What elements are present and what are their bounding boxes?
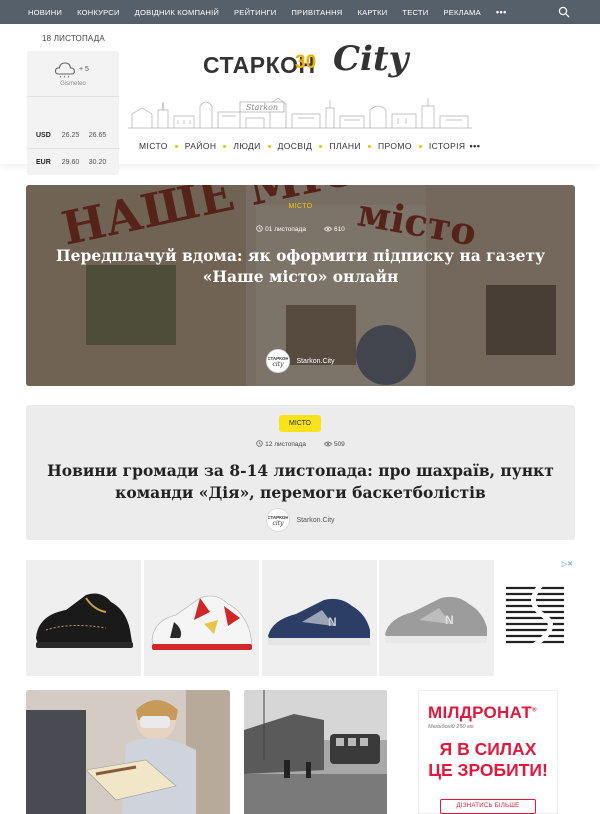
article-card[interactable]: МІСТО 12 листопада 509 Новини громади за… [26,405,575,540]
top-nav-item-directory[interactable]: ДОВІДНИК КОМПАНІЙ [135,8,219,17]
top-nav-items: НОВИНИ КОНКУРСИ ДОВІДНИК КОМПАНІЙ РЕЙТИН… [0,7,507,17]
historic-city-photo [244,690,387,814]
site-logo[interactable]: СТАРКОН 30 City [203,39,408,87]
rate-buy: 26.25 [61,132,80,139]
article-thumbnail-child-reading[interactable] [26,690,230,814]
top-nav-item-contests[interactable]: КОНКУРСИ [77,8,120,17]
separator-dot [367,144,371,148]
child-reading-photo [26,690,230,814]
top-nav-item-ratings[interactable]: РЕЙТИНГИ [234,8,276,17]
site-header: 18 ЛИСТОПАДА + 5 Gismeteo USD 26.25 26.6… [0,24,600,175]
shoe-image-white-red[interactable] [144,560,259,676]
eye-icon [323,226,332,231]
current-date: 18 ЛИСТОПАДА [42,34,105,43]
section-nav-promo[interactable]: ПРОМО [378,141,412,151]
registered-mark: ® [532,707,537,714]
search-icon[interactable] [558,6,570,18]
rate-currency: USD [36,132,51,139]
shoe-ad-banner[interactable]: N N ▷✕ [26,560,575,676]
section-nav-history[interactable]: ІСТОРІЯ [429,141,466,151]
top-nav-item-cards[interactable]: КАРТКИ [357,8,387,17]
article-date-text: 01 листопада [265,226,306,233]
starkon-logo-icon: СТАРКОНcity [268,351,289,371]
svg-text:N: N [328,615,337,629]
ad-brand-text: МІЛДРОНАТ [428,703,533,722]
article-views-count: 610 [333,225,345,233]
top-nav-item-greetings[interactable]: ПРИВІТАННЯ [291,8,342,17]
rate-sell: 30.20 [88,158,107,166]
weather-source: Gismeteo [60,81,86,87]
section-nav-people[interactable]: ЛЮДИ [233,141,260,151]
shoe-image-black[interactable] [26,560,141,676]
ad-slogan: Я В СИЛАХ ЦЕ ЗРОБИТИ! [419,739,557,781]
ad-slogan-line: ЦЕ ЗРОБИТИ! [428,760,548,780]
section-nav-experience[interactable]: ДОСВІД [278,141,313,151]
section-nav-more-button[interactable]: ••• [469,141,480,151]
learn-more-button[interactable]: ДІЗНАТИСЬ БІЛЬШЕ [440,799,536,814]
separator-dot [223,144,227,148]
article-author[interactable]: СТАРКОН city Starkon.City [26,508,575,532]
weather-temperature: + 5 [79,66,89,73]
author-name: Starkon.City [296,357,335,365]
starkon-logo-icon: СТАРКОНcity [268,510,289,530]
svg-text:city: city [273,361,285,368]
article-meta: 12 листопада 509 [26,440,575,448]
section-navigation: МІСТО РАЙОН ЛЮДИ ДОСВІД ПЛАНИ ПРОМО ІСТО… [139,141,480,151]
separator-dot [418,144,422,148]
weather-block: + 5 Gismeteo [27,51,119,97]
author-name: Starkon.City [296,516,335,524]
top-nav-item-tests[interactable]: ТЕСТИ [402,8,428,17]
ad-choices-close-icon[interactable]: ▷✕ [562,560,573,568]
svg-text:Starkon: Starkon [246,103,278,112]
author-avatar: СТАРКОН city [266,508,291,532]
section-nav-district[interactable]: РАЙОН [185,141,217,151]
section-nav-city[interactable]: МІСТО [139,141,168,151]
city-skyline-illustration: Starkon [128,97,472,129]
rate-currency: EUR [36,158,51,166]
svg-text:city: city [273,520,285,527]
separator-dot [319,144,323,148]
article-category-badge[interactable]: МІСТО [279,415,321,432]
shoe-image-navy[interactable]: N [262,560,377,676]
eye-icon [323,441,332,446]
svg-text:N: N [445,613,454,627]
author-avatar: СТАРКОН city [266,349,291,373]
clock-icon [256,225,263,232]
logo-city: City [333,39,409,79]
article-views: 509 [323,440,345,448]
top-navigation: НОВИНИ КОНКУРСИ ДОВІДНИК КОМПАНІЙ РЕЙТИН… [0,0,600,24]
rate-sell: 26.65 [88,132,107,139]
article-date: 01 листопада [256,225,306,233]
article-date: 12 листопада [256,440,306,448]
cloud-icon [54,62,76,78]
rate-row-usd: USD 26.25 26.65 [27,123,119,149]
article-category[interactable]: МІСТО [26,203,575,210]
ad-brand-name: МІЛДРОНАТ® [428,703,537,723]
top-nav-item-ads[interactable]: РЕКЛАМА [443,8,480,17]
top-nav-more-button[interactable]: ••• [496,7,507,17]
clock-icon [256,440,263,447]
top-nav-item-news[interactable]: НОВИНИ [28,8,62,17]
article-views: 610 [323,225,345,233]
article-date-text: 12 листопада [265,441,306,448]
logo-number: 30 [295,52,317,73]
separator-dot [267,144,271,148]
shoe-image-grey[interactable]: N [379,560,494,676]
article-views-count: 509 [333,440,345,448]
article-meta: 01 листопада 610 [26,225,575,233]
ad-slogan-line: Я В СИЛАХ [439,739,537,759]
article-author[interactable]: СТАРКОН city Starkon.City [26,349,575,373]
featured-article-card[interactable]: НАШЕ МІСТО місто МІСТО 01 листопада 610 … [26,185,575,386]
mildronat-ad[interactable]: МІЛДРОНАТ® Мельдоній 250 мг Я В СИЛАХ ЦЕ… [418,690,558,814]
ad-dose-text: Мельдоній 250 мг [428,724,474,730]
separator-dot [174,144,178,148]
rate-row-eur: EUR 29.60 30.20 [27,149,119,175]
info-widget: + 5 Gismeteo USD 26.25 26.65 EUR 29.60 3… [27,51,119,175]
section-nav-plans[interactable]: ПЛАНИ [329,141,361,151]
brand-logo[interactable] [504,582,566,650]
article-title[interactable]: Передплачуй вдома: як оформити підписку … [46,245,555,287]
article-thumbnail-old-city[interactable] [244,690,387,814]
article-title[interactable]: Новини громади за 8-14 листопада: про ша… [36,460,565,504]
rate-buy: 29.60 [61,158,80,166]
